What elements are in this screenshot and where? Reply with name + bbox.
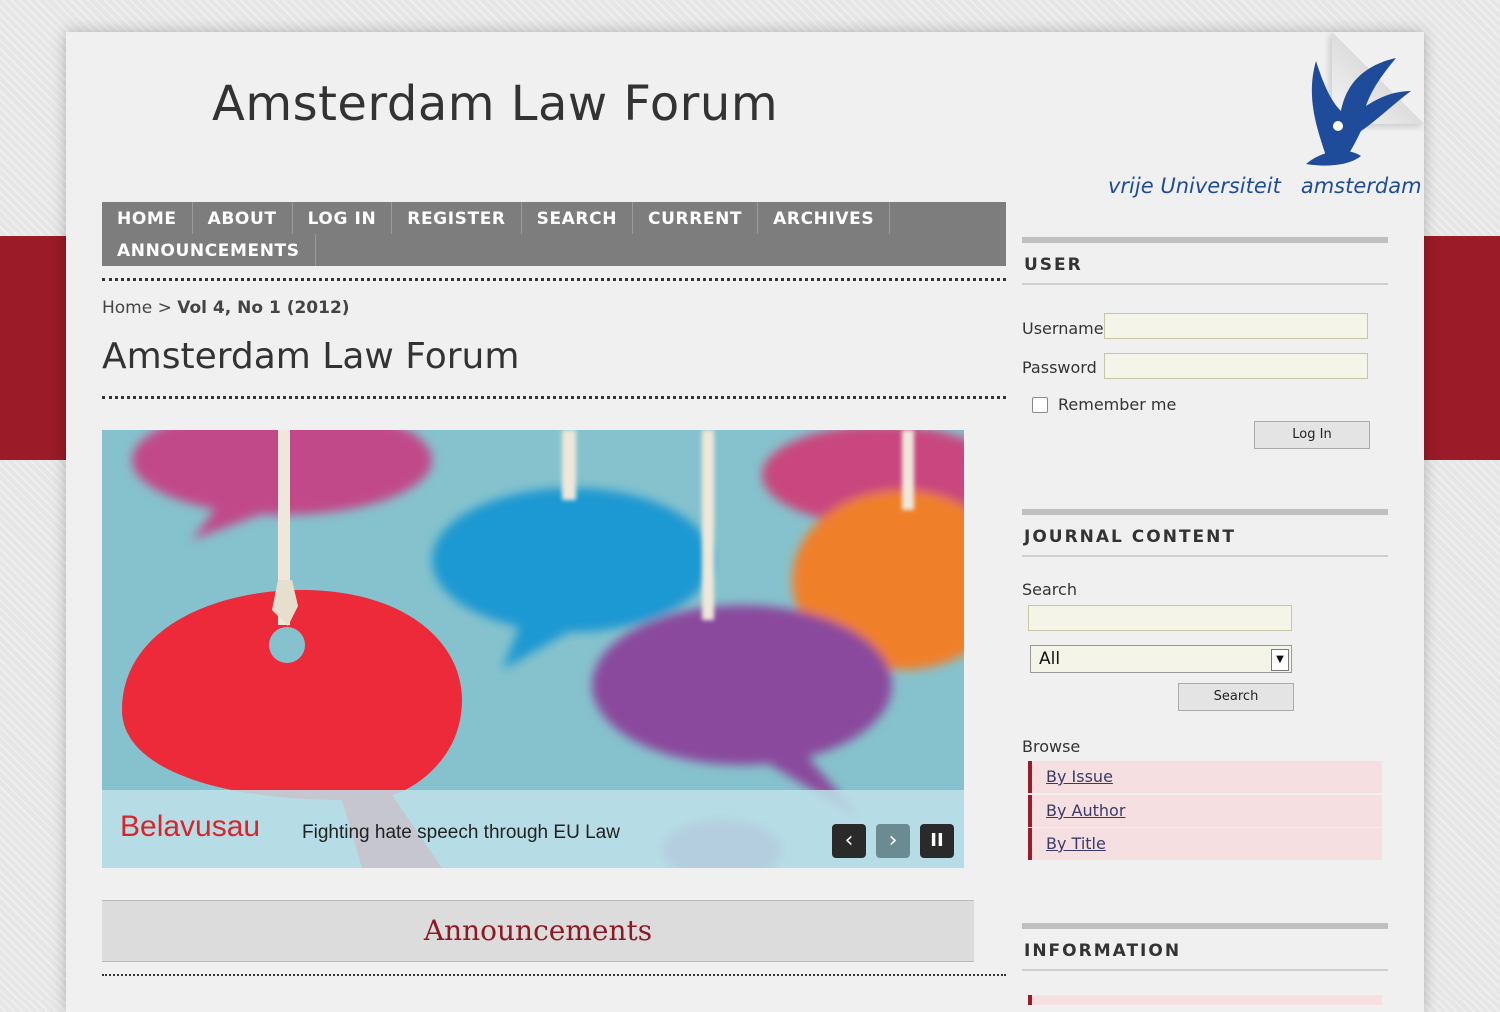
search-scope-value: All <box>1039 649 1061 669</box>
username-input[interactable] <box>1104 313 1368 339</box>
right-red-band <box>1424 236 1500 460</box>
breadcrumb: Home > Vol 4, No 1 (2012) <box>102 298 350 318</box>
user-block-line <box>1022 283 1388 285</box>
nav-divider <box>102 278 1006 281</box>
user-block-header: USER <box>1022 237 1388 285</box>
user-block-heading: USER <box>1024 255 1083 275</box>
page-title: Amsterdam Law Forum <box>102 336 520 377</box>
nav-home[interactable]: HOME <box>102 202 193 234</box>
slider-pause-button[interactable]: II <box>920 824 954 858</box>
log-in-button[interactable]: Log In <box>1254 421 1370 449</box>
journal-content-line <box>1022 555 1388 557</box>
griffin-logo-icon <box>1306 58 1411 166</box>
browse-by-title-link[interactable]: By Title <box>1032 834 1106 853</box>
title-divider <box>102 396 1006 399</box>
slide-caption: Belavusau Fighting hate speech through E… <box>102 790 964 868</box>
nav-row-2: ANNOUNCEMENTS <box>102 234 1006 266</box>
breadcrumb-current[interactable]: Vol 4, No 1 (2012) <box>177 298 349 318</box>
announcements-header: Announcements <box>102 900 974 962</box>
journal-search-button[interactable]: Search <box>1178 683 1294 711</box>
password-label: Password <box>1022 358 1097 377</box>
information-link-partial[interactable] <box>1028 995 1382 1005</box>
browse-by-issue: By Issue <box>1028 761 1382 793</box>
logo-text: vrije Universiteit amsterdam <box>1108 174 1428 198</box>
nav-about[interactable]: ABOUT <box>193 202 293 234</box>
browse-label: Browse <box>1022 737 1081 756</box>
browse-by-title: By Title <box>1028 828 1382 860</box>
password-input[interactable] <box>1104 353 1368 379</box>
site-title: Amsterdam Law Forum <box>212 76 779 132</box>
information-line <box>1022 969 1388 971</box>
slide-author[interactable]: Belavusau <box>120 810 260 844</box>
journal-search-input[interactable] <box>1028 605 1292 631</box>
browse-by-author-link[interactable]: By Author <box>1032 801 1125 820</box>
username-label: Username <box>1022 319 1104 338</box>
breadcrumb-separator: > <box>157 298 172 318</box>
left-red-band <box>0 236 66 460</box>
logo-text-left: vrije Universiteit <box>1108 174 1281 198</box>
announcements-heading: Announcements <box>423 914 653 947</box>
slider-next-button[interactable]: › <box>876 824 910 858</box>
announcements-divider <box>102 974 1006 976</box>
featured-slider[interactable]: Belavusau Fighting hate speech through E… <box>102 430 964 868</box>
nav-current[interactable]: CURRENT <box>633 202 759 234</box>
search-scope-select[interactable]: All ▼ <box>1030 645 1292 673</box>
nav-archives[interactable]: ARCHIVES <box>758 202 891 234</box>
university-logo[interactable]: vrije Universiteit amsterdam <box>1106 44 1426 204</box>
information-heading: INFORMATION <box>1024 941 1182 961</box>
slider-prev-button[interactable]: ‹ <box>832 824 866 858</box>
nav-search[interactable]: SEARCH <box>522 202 634 234</box>
search-label: Search <box>1022 580 1077 599</box>
nav-row-1: HOME ABOUT LOG IN REGISTER SEARCH CURREN… <box>102 202 1006 234</box>
browse-by-issue-link[interactable]: By Issue <box>1032 767 1113 786</box>
remember-me-label: Remember me <box>1058 395 1177 414</box>
nav-register[interactable]: REGISTER <box>392 202 522 234</box>
browse-by-author: By Author <box>1028 795 1382 827</box>
journal-content-heading: JOURNAL CONTENT <box>1024 527 1236 547</box>
page-paper: Amsterdam Law Forum vrije Universiteit am… <box>66 32 1424 1012</box>
chevron-down-icon: ▼ <box>1271 649 1289 671</box>
breadcrumb-home[interactable]: Home <box>102 298 152 318</box>
main-navigation: HOME ABOUT LOG IN REGISTER SEARCH CURREN… <box>102 202 1006 266</box>
information-header: INFORMATION <box>1022 923 1388 971</box>
nav-log-in[interactable]: LOG IN <box>293 202 393 234</box>
remember-me-checkbox[interactable] <box>1032 397 1048 413</box>
logo-text-right: amsterdam <box>1300 174 1422 198</box>
journal-content-header: JOURNAL CONTENT <box>1022 509 1388 557</box>
nav-announcements[interactable]: ANNOUNCEMENTS <box>102 234 316 266</box>
slide-title[interactable]: Fighting hate speech through EU Law <box>302 822 620 844</box>
